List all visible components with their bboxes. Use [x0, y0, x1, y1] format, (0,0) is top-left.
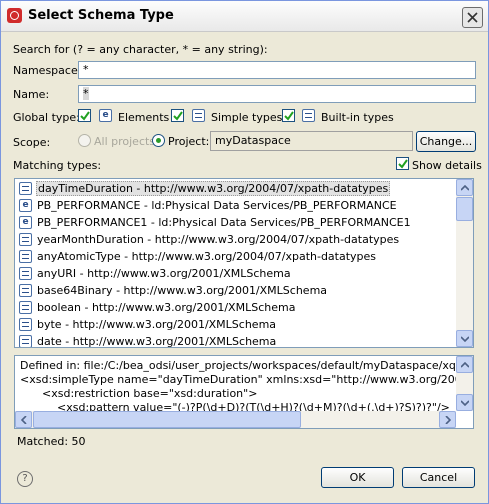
- list-item-text: PB_PERFORMANCE1 - ld:Physical Data Servi…: [37, 216, 411, 229]
- select-schema-type-dialog: Select Schema Type Search for (? = any c…: [0, 0, 489, 504]
- list-item-text: yearMonthDuration - http://www.w3.org/20…: [37, 233, 400, 246]
- project-label: Project:: [168, 135, 210, 148]
- checkmark-icon: [398, 159, 408, 169]
- simple-type-icon: [19, 267, 32, 280]
- scroll-right-button[interactable]: [439, 411, 456, 428]
- list-item[interactable]: date - http://www.w3.org/2001/XMLSchema: [19, 333, 459, 348]
- built-in-types-checkbox[interactable]: [282, 109, 295, 122]
- show-details-label: Show details: [412, 159, 482, 172]
- simple-type-icon: [19, 233, 32, 246]
- chevron-up-icon: [461, 362, 469, 368]
- built-in-types-label: Built-in types: [321, 111, 394, 124]
- change-button[interactable]: Change...: [416, 131, 476, 152]
- elements-checkbox[interactable]: [78, 109, 91, 122]
- list-item-text: anyAtomicType - http://www.w3.org/2004/0…: [37, 250, 377, 263]
- matched-count: Matched: 50: [17, 435, 86, 448]
- chevron-left-icon: [21, 416, 27, 424]
- type-details-pane[interactable]: Defined in: file:/C:/bea_odsi/user_proje…: [14, 355, 474, 429]
- list-item-text: date - http://www.w3.org/2001/XMLSchema: [37, 335, 277, 348]
- chevron-right-icon: [445, 416, 451, 424]
- list-item[interactable]: dayTimeDuration - http://www.w3.org/2004…: [19, 180, 459, 197]
- project-value-field: myDataspace: [210, 131, 413, 151]
- scroll-up-button[interactable]: [456, 179, 473, 196]
- close-button[interactable]: [462, 7, 483, 28]
- details-defined-in: Defined in: file:/C:/bea_odsi/user_proje…: [20, 359, 474, 372]
- list-item-text: anyURI - http://www.w3.org/2001/XMLSchem…: [37, 267, 291, 280]
- horizontal-scroll-thumb[interactable]: [33, 411, 301, 428]
- list-item-text: boolean - http://www.w3.org/2001/XMLSche…: [37, 301, 296, 314]
- details-line: <xsd:restriction base="xsd:duration">: [42, 387, 258, 400]
- app-icon: [7, 8, 22, 23]
- name-label: Name:: [13, 88, 50, 101]
- ok-button[interactable]: OK: [321, 467, 394, 488]
- list-vertical-scrollbar[interactable]: [456, 179, 473, 347]
- project-radio[interactable]: [152, 134, 165, 147]
- checkmark-icon: [284, 111, 294, 121]
- scroll-thumb[interactable]: [456, 197, 473, 221]
- list-item[interactable]: e PB_PERFORMANCE1 - ld:Physical Data Ser…: [19, 214, 459, 231]
- chevron-down-icon: [461, 400, 469, 406]
- namespace-label: Namespace:: [13, 64, 82, 77]
- list-item-text: PB_PERFORMANCE - ld:Physical Data Servic…: [37, 199, 397, 212]
- list-item-text: byte - http://www.w3.org/2001/XMLSchema: [37, 318, 277, 331]
- element-icon: e: [19, 199, 32, 212]
- title-bar: Select Schema Type: [1, 1, 488, 32]
- simple-type-icon: [19, 250, 32, 263]
- simple-types-label: Simple types: [211, 111, 283, 124]
- chevron-up-icon: [461, 185, 469, 191]
- details-vertical-scrollbar[interactable]: [456, 356, 473, 411]
- chevron-down-icon: [461, 336, 469, 342]
- name-input[interactable]: *: [78, 85, 476, 103]
- help-icon[interactable]: ?: [17, 471, 33, 487]
- cancel-button[interactable]: Cancel: [402, 467, 475, 488]
- list-item[interactable]: e PB_PERFORMANCE - ld:Physical Data Serv…: [19, 197, 459, 214]
- details-line: <xsd:simpleType name="dayTimeDuration" x…: [20, 373, 474, 386]
- elements-label: Elements: [118, 111, 170, 124]
- matching-types-list[interactable]: dayTimeDuration - http://www.w3.org/2004…: [14, 178, 474, 348]
- all-projects-label: All projects: [94, 135, 156, 148]
- list-item[interactable]: base64Binary - http://www.w3.org/2001/XM…: [19, 282, 459, 299]
- simple-type-icon: [19, 301, 32, 314]
- list-item-text: dayTimeDuration - http://www.w3.org/2004…: [36, 181, 391, 196]
- name-input-value: *: [83, 87, 89, 100]
- scroll-left-button[interactable]: [15, 411, 32, 428]
- namespace-input[interactable]: *: [78, 61, 476, 79]
- list-item[interactable]: anyURI - http://www.w3.org/2001/XMLSchem…: [19, 265, 459, 282]
- element-icon: e: [99, 109, 112, 122]
- scroll-up-button[interactable]: [456, 356, 473, 373]
- show-details-checkbox[interactable]: [396, 157, 409, 170]
- simple-type-icon: [192, 109, 205, 122]
- radio-selected-dot: [156, 138, 161, 143]
- list-item[interactable]: yearMonthDuration - http://www.w3.org/20…: [19, 231, 459, 248]
- scope-label: Scope:: [13, 136, 51, 149]
- list-item[interactable]: boolean - http://www.w3.org/2001/XMLSche…: [19, 299, 459, 316]
- checkmark-icon: [173, 111, 183, 121]
- matching-types-label: Matching types:: [13, 159, 102, 172]
- list-item-text: base64Binary - http://www.w3.org/2001/XM…: [37, 284, 328, 297]
- simple-types-checkbox[interactable]: [171, 109, 184, 122]
- simple-type-icon: [19, 318, 32, 331]
- scroll-down-button[interactable]: [456, 330, 473, 347]
- built-in-type-icon: [302, 109, 315, 122]
- close-icon: [467, 12, 478, 23]
- simple-type-icon: [19, 182, 32, 195]
- element-icon: e: [19, 216, 32, 229]
- all-projects-radio: [78, 134, 91, 147]
- dialog-title: Select Schema Type: [28, 8, 174, 23]
- list-item[interactable]: anyAtomicType - http://www.w3.org/2004/0…: [19, 248, 459, 265]
- search-prompt: Search for (? = any character, * = any s…: [13, 43, 268, 56]
- global-type-label: Global type:: [13, 111, 80, 124]
- scroll-down-button[interactable]: [456, 394, 473, 411]
- simple-type-icon: [19, 284, 32, 297]
- checkmark-icon: [80, 111, 90, 121]
- details-horizontal-scrollbar[interactable]: [15, 411, 456, 428]
- simple-type-icon: [19, 335, 32, 347]
- list-item[interactable]: byte - http://www.w3.org/2001/XMLSchema: [19, 316, 459, 333]
